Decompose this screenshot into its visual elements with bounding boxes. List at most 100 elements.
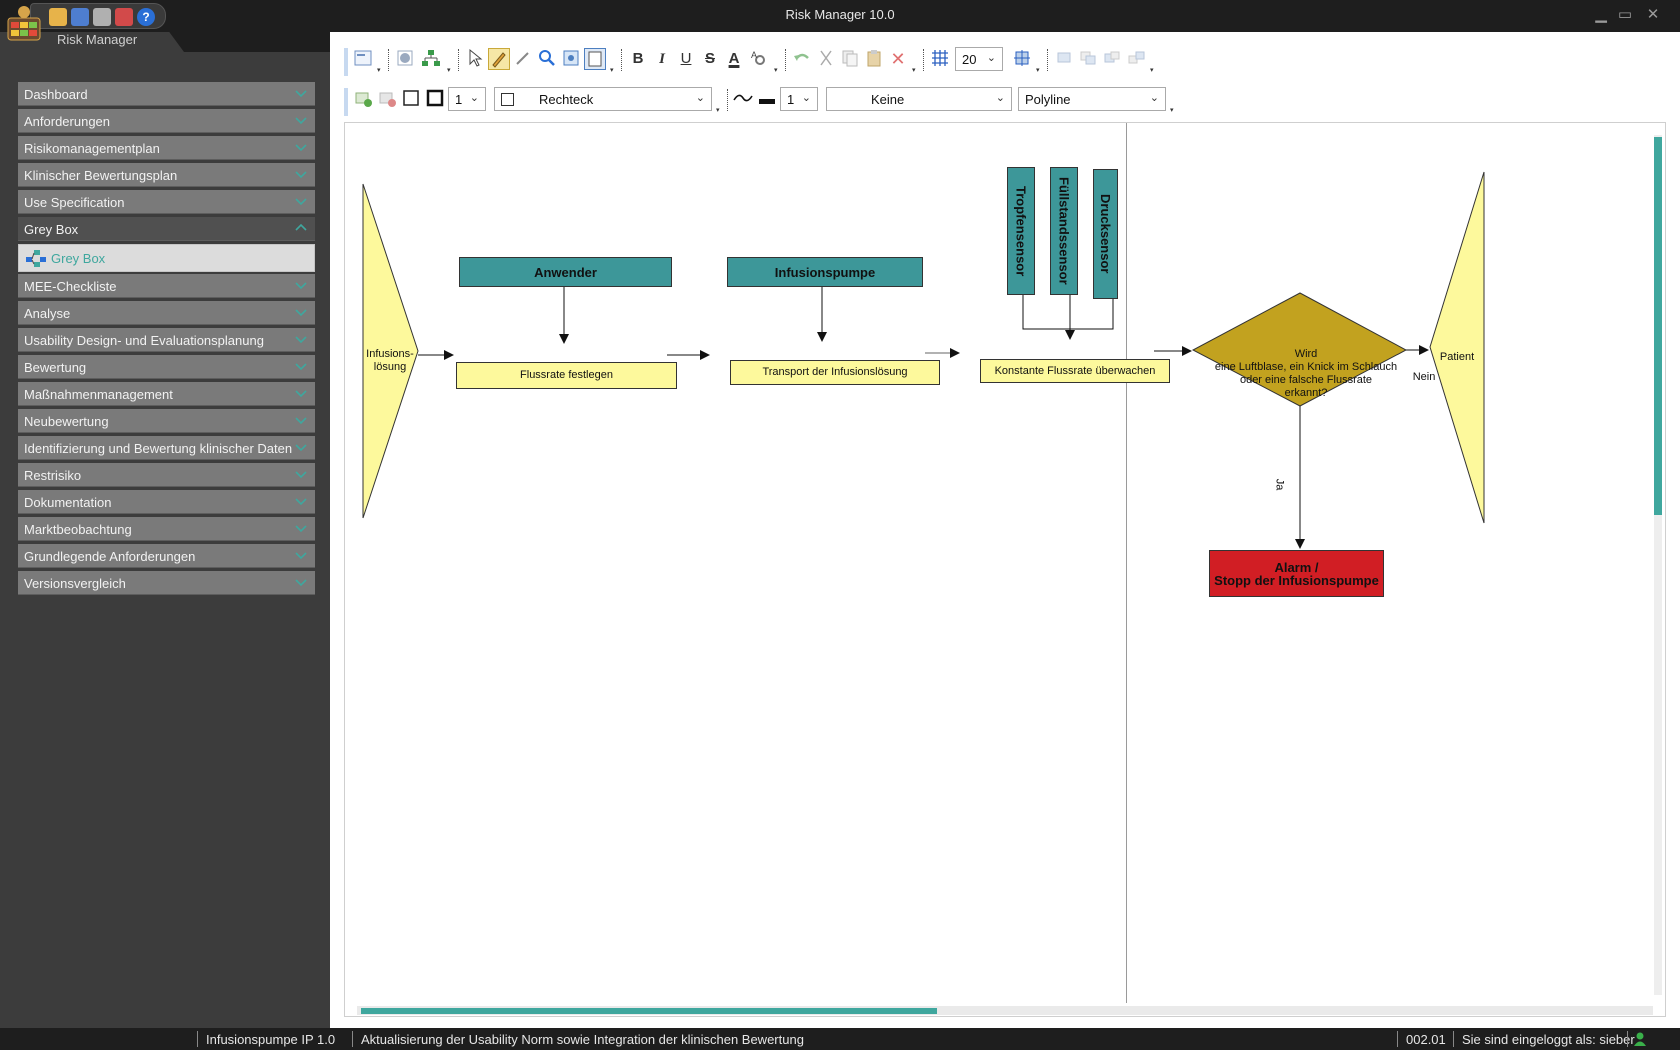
dropdown-arrow-icon[interactable]: ▾	[1150, 67, 1157, 74]
grid-icon[interactable]	[929, 48, 951, 70]
shape-type-select[interactable]: Rechteck ⌄	[494, 87, 712, 111]
help-icon[interactable]: ?	[137, 8, 155, 26]
vertical-scrollbar-thumb[interactable]	[1654, 137, 1662, 515]
line-weight-icon[interactable]	[756, 88, 778, 110]
horizontal-scrollbar-thumb[interactable]	[361, 1008, 937, 1014]
line-style-icon[interactable]	[732, 88, 754, 110]
minimize-button[interactable]: ▁	[1588, 4, 1614, 26]
nav-bewertung[interactable]: Bewertung	[18, 355, 315, 379]
dropdown-arrow-icon[interactable]: ▾	[774, 67, 781, 74]
nav-massnahmenmanagement[interactable]: Maßnahmenmanagement	[18, 382, 315, 406]
horizontal-scrollbar[interactable]	[357, 1006, 1653, 1015]
undo-icon[interactable]	[791, 48, 813, 70]
page-setup-icon[interactable]	[352, 48, 374, 70]
chevron-down-icon	[295, 498, 307, 506]
settings-icon[interactable]	[394, 48, 416, 70]
step-transport[interactable]: Transport der Infusionslösung	[730, 360, 940, 385]
export-icon[interactable]	[71, 8, 89, 26]
spellcheck-icon[interactable]	[115, 8, 133, 26]
step-set-flow[interactable]: Flussrate festlegen	[456, 362, 677, 389]
sensor-drop[interactable]: Tropfensensor	[1007, 167, 1035, 295]
sensor-pressure[interactable]: Drucksensor	[1093, 169, 1118, 299]
dropdown-arrow-icon[interactable]: ▾	[716, 107, 723, 114]
arrow-style-select[interactable]: Keine ⌄	[826, 87, 1012, 111]
line-width-select[interactable]: 1 ⌄	[780, 87, 818, 111]
actor-pump[interactable]: Infusionspumpe	[727, 257, 923, 287]
status-description: Aktualisierung der Usability Norm sowie …	[361, 1032, 804, 1047]
border-width-select[interactable]: 1 ⌄	[448, 87, 486, 111]
status-user: Sie sind eingeloggt als: sieber	[1462, 1032, 1635, 1047]
add-shape-icon[interactable]	[352, 88, 374, 110]
grid-size-select[interactable]: 20 ⌄	[955, 47, 1003, 71]
pen-tool-icon[interactable]	[488, 48, 510, 70]
nav-usability-design[interactable]: Usability Design- und Evaluationsplanung	[18, 328, 315, 352]
brush-icon[interactable]	[512, 48, 534, 70]
layout-tree-icon[interactable]	[420, 48, 442, 70]
nav-versionsvergleich[interactable]: Versionsvergleich	[18, 571, 315, 595]
nav-use-specification[interactable]: Use Specification	[18, 190, 315, 214]
nav-restrisiko[interactable]: Restrisiko	[18, 463, 315, 487]
italic-button[interactable]: I	[651, 48, 673, 70]
text-settings-icon[interactable]: A	[747, 48, 769, 70]
sub-item-grey-box[interactable]: Grey Box	[18, 244, 315, 272]
ungroup-icon[interactable]	[1125, 48, 1147, 70]
copy-icon[interactable]	[839, 48, 861, 70]
snap-icon[interactable]	[1011, 48, 1033, 70]
nav-mee-checkliste[interactable]: MEE-Checkliste	[18, 274, 315, 298]
bold-button[interactable]: B	[627, 48, 649, 70]
nav-risikomanagementplan[interactable]: Risikomanagementplan	[18, 136, 315, 160]
chevron-down-icon	[295, 390, 307, 398]
dropdown-arrow-icon[interactable]: ▾	[447, 67, 454, 74]
strikethrough-button[interactable]: S	[699, 48, 721, 70]
dropdown-arrow-icon[interactable]: ▾	[912, 67, 919, 74]
fit-view-icon[interactable]	[560, 48, 582, 70]
remove-shape-icon[interactable]	[376, 88, 398, 110]
target-shape[interactable]	[1429, 171, 1485, 524]
fill-color-icon[interactable]	[400, 88, 422, 110]
border-color-icon[interactable]	[424, 88, 446, 110]
diagram-canvas[interactable]: Infusions- lösung Patient Anwender Infus…	[344, 122, 1666, 1017]
quick-access-toolbar: ?	[30, 3, 166, 29]
close-button[interactable]: ✕	[1640, 4, 1666, 26]
tools-icon[interactable]	[93, 8, 111, 26]
nav-grundlegende-anforderungen[interactable]: Grundlegende Anforderungen	[18, 544, 315, 568]
bring-front-icon[interactable]	[1053, 48, 1075, 70]
chevron-down-icon	[295, 171, 307, 179]
font-color-button[interactable]: A	[723, 48, 745, 70]
nav-klinische-daten[interactable]: Identifizierung und Bewertung klinischer…	[18, 436, 315, 460]
nav-neubewertung[interactable]: Neubewertung	[18, 409, 315, 433]
page-view-icon[interactable]	[584, 48, 606, 70]
nav-dokumentation[interactable]: Dokumentation	[18, 490, 315, 514]
nav-klinischer-bewertungsplan[interactable]: Klinischer Bewertungsplan	[18, 163, 315, 187]
actor-user[interactable]: Anwender	[459, 257, 672, 287]
nav-analyse[interactable]: Analyse	[18, 301, 315, 325]
nav-marktbeobachtung[interactable]: Marktbeobachtung	[18, 517, 315, 541]
paste-icon[interactable]	[863, 48, 885, 70]
dropdown-arrow-icon[interactable]: ▾	[610, 67, 617, 74]
maximize-button[interactable]: ▭	[1612, 4, 1638, 26]
app-name: Risk Manager	[57, 32, 138, 47]
svg-text:A: A	[751, 50, 757, 60]
vertical-scrollbar[interactable]	[1654, 135, 1662, 995]
target-label: Patient	[1439, 351, 1475, 363]
dropdown-arrow-icon[interactable]: ▾	[1170, 107, 1177, 114]
underline-button[interactable]: U	[675, 48, 697, 70]
nav-label: Use Specification	[24, 195, 125, 210]
cut-icon[interactable]	[815, 48, 837, 70]
nav-grey-box[interactable]: Grey Box	[18, 217, 315, 241]
yes-label: Ja	[1273, 478, 1286, 491]
sensor-level[interactable]: Füllstandssensor	[1050, 167, 1078, 295]
step-monitor[interactable]: Konstante Flussrate überwachen	[980, 359, 1170, 383]
send-back-icon[interactable]	[1077, 48, 1099, 70]
alarm-box[interactable]: Alarm / Stopp der Infusionspumpe	[1209, 550, 1384, 597]
delete-icon[interactable]: ✕	[887, 48, 909, 70]
nav-dashboard[interactable]: Dashboard	[18, 82, 315, 106]
connector-type-select[interactable]: Polyline ⌄	[1018, 87, 1166, 111]
package-icon[interactable]	[49, 8, 67, 26]
dropdown-arrow-icon[interactable]: ▾	[377, 67, 384, 74]
dropdown-arrow-icon[interactable]: ▾	[1036, 67, 1043, 74]
zoom-icon[interactable]	[536, 48, 558, 70]
nav-anforderungen[interactable]: Anforderungen	[18, 109, 315, 133]
pointer-icon[interactable]	[464, 48, 486, 70]
group-icon[interactable]	[1101, 48, 1123, 70]
